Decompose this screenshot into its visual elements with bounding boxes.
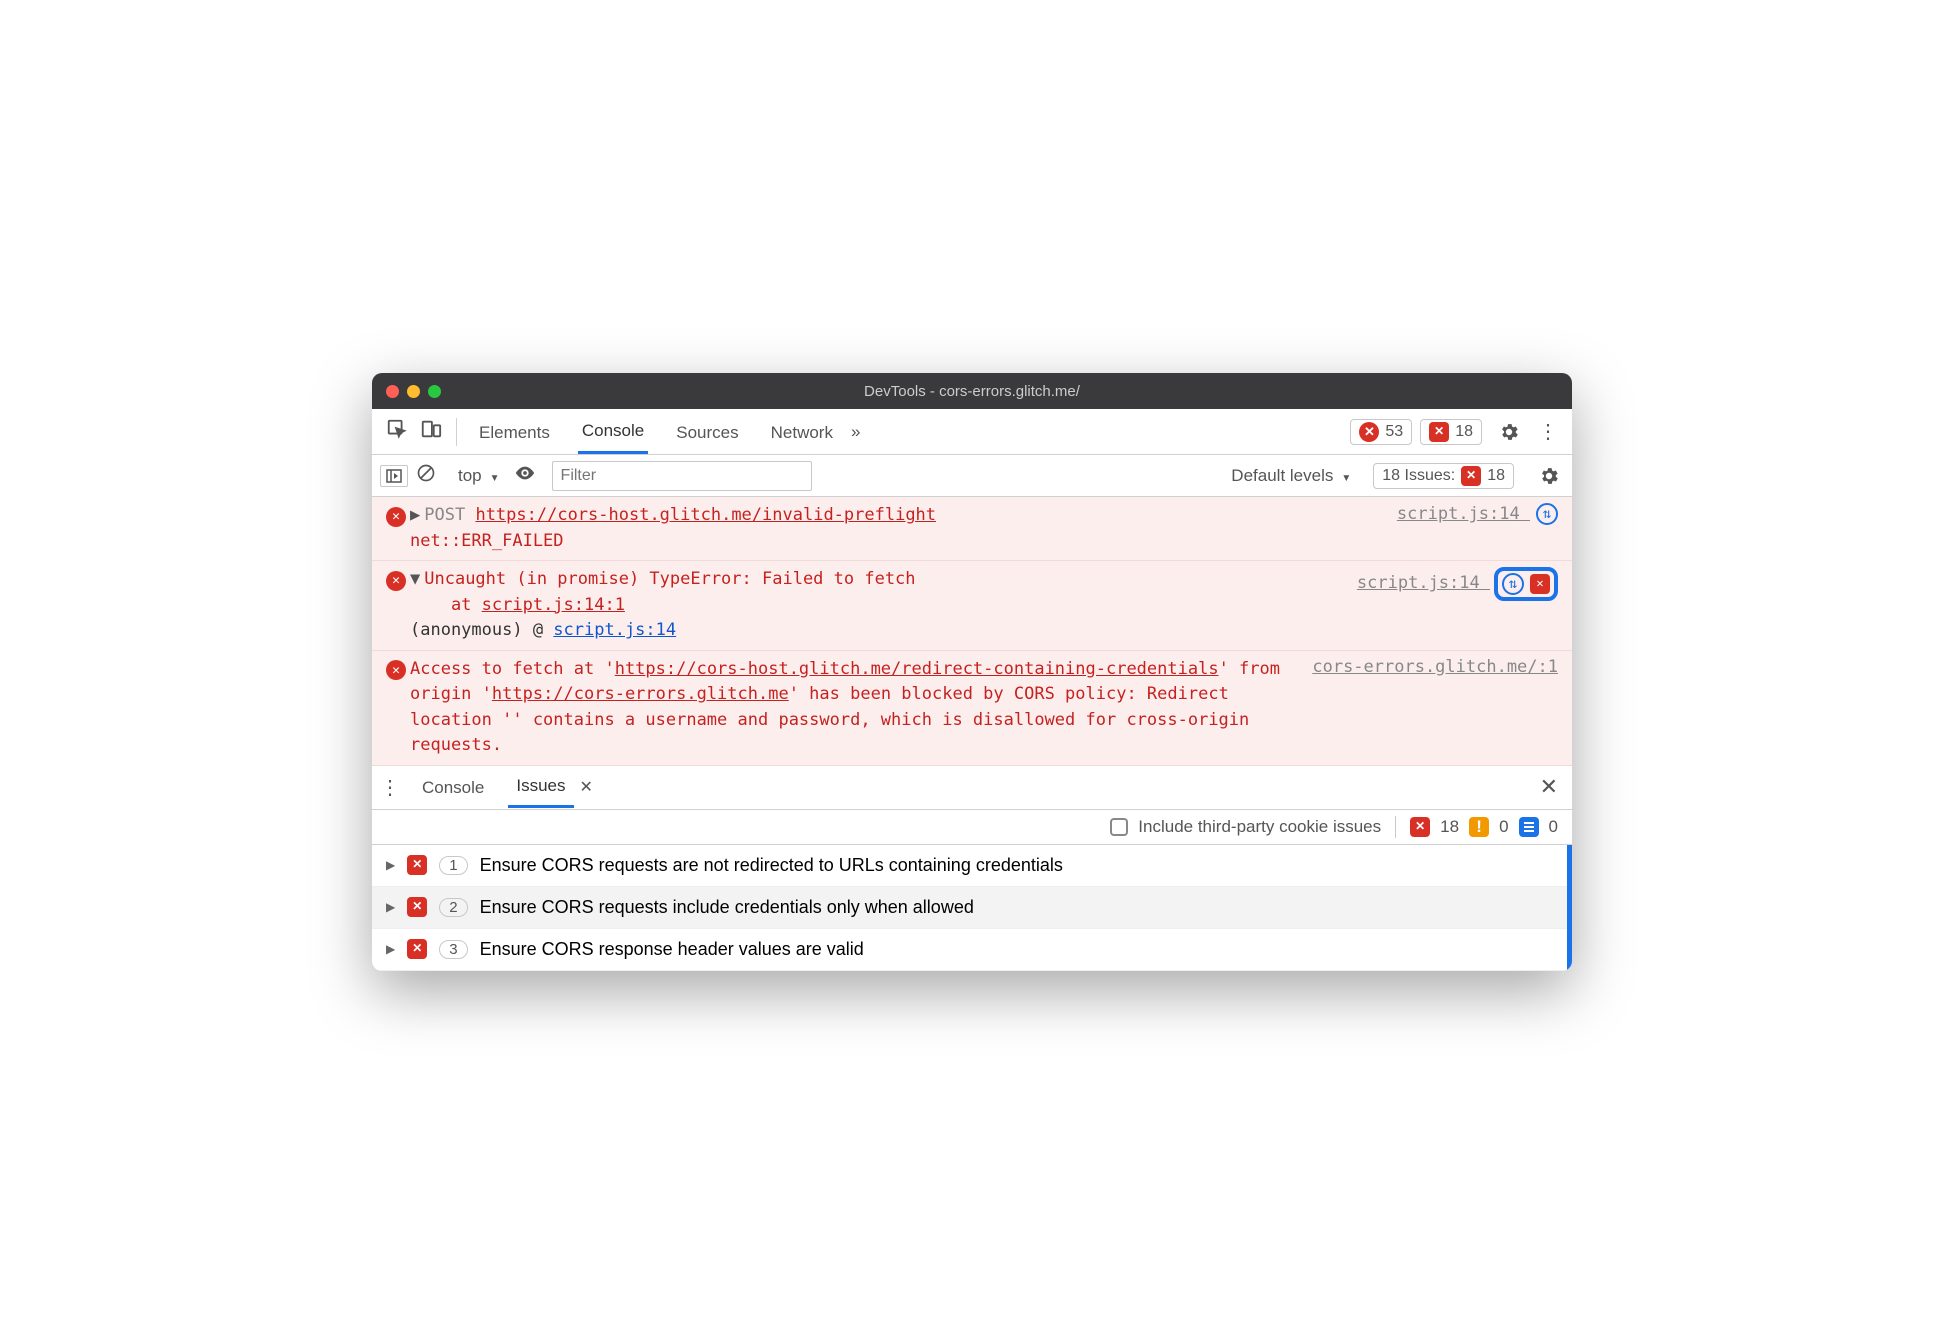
devtools-window: DevTools - cors-errors.glitch.me/ Elemen… bbox=[372, 373, 1572, 971]
zoom-window-button[interactable] bbox=[428, 385, 441, 398]
error-count-pill[interactable]: 53 bbox=[1350, 419, 1412, 445]
sidebar-toggle-icon[interactable] bbox=[380, 465, 408, 487]
network-icon[interactable] bbox=[1502, 573, 1524, 595]
issue-row[interactable]: ▶ 1 Ensure CORS requests are not redirec… bbox=[372, 845, 1572, 887]
error-count: 53 bbox=[1385, 423, 1403, 441]
issue-title: Ensure CORS response header values are v… bbox=[480, 939, 864, 960]
info-icon bbox=[1519, 817, 1539, 837]
window-title: DevTools - cors-errors.glitch.me/ bbox=[372, 383, 1572, 400]
tab-network[interactable]: Network bbox=[767, 411, 837, 453]
drawer-tab-console[interactable]: Console bbox=[414, 768, 492, 807]
blocked-url[interactable]: https://cors-host.glitch.me/redirect-con… bbox=[615, 659, 1219, 679]
origin-url[interactable]: https://cors-errors.glitch.me bbox=[492, 684, 789, 704]
console-messages: ▶POST https://cors-host.glitch.me/invali… bbox=[372, 497, 1572, 766]
settings-icon[interactable] bbox=[1498, 421, 1520, 443]
titlebar: DevTools - cors-errors.glitch.me/ bbox=[372, 373, 1572, 409]
issue-title: Ensure CORS requests are not redirected … bbox=[480, 855, 1063, 876]
clear-console-icon[interactable] bbox=[416, 463, 436, 488]
issue-icon bbox=[1410, 817, 1430, 837]
request-url[interactable]: https://cors-host.glitch.me/invalid-pref… bbox=[475, 505, 936, 525]
context-label: top bbox=[458, 466, 482, 486]
stack-frame: (anonymous) @ bbox=[410, 620, 553, 640]
stack-indent: at bbox=[410, 595, 482, 615]
source-link[interactable]: script.js:14 bbox=[1357, 573, 1480, 593]
warning-count: 0 bbox=[1499, 817, 1508, 837]
collapse-arrow-icon[interactable]: ▼ bbox=[410, 569, 420, 589]
log-levels-selector[interactable]: Default levels bbox=[1225, 462, 1357, 490]
stack-link[interactable]: script.js:14 bbox=[553, 620, 676, 640]
console-error-row[interactable]: Access to fetch at 'https://cors-host.gl… bbox=[372, 651, 1572, 766]
issue-row[interactable]: ▶ 2 Ensure CORS requests include credent… bbox=[372, 887, 1572, 929]
more-tabs-button[interactable]: » bbox=[851, 422, 860, 442]
warning-icon bbox=[1469, 817, 1489, 837]
issue-count: 18 bbox=[1455, 423, 1473, 441]
error-text: Access to fetch at ' bbox=[410, 659, 615, 679]
issue-icon bbox=[407, 939, 427, 959]
issues-subcount: 18 bbox=[1487, 467, 1505, 485]
close-window-button[interactable] bbox=[386, 385, 399, 398]
error-message: Uncaught (in promise) TypeError: Failed … bbox=[424, 569, 915, 589]
error-icon bbox=[1359, 422, 1379, 442]
minimize-window-button[interactable] bbox=[407, 385, 420, 398]
filter-input[interactable] bbox=[552, 461, 812, 491]
drawer-tabs: ⋮ Console Issues ✕ ✕ bbox=[372, 766, 1572, 810]
source-link[interactable]: cors-errors.glitch.me/:1 bbox=[1312, 657, 1558, 677]
error-icon bbox=[386, 571, 406, 591]
issue-count-badge: 2 bbox=[439, 898, 467, 917]
network-icon[interactable] bbox=[1536, 503, 1558, 525]
issue-count-pill[interactable]: 18 bbox=[1420, 419, 1482, 445]
device-toggle-icon[interactable] bbox=[420, 418, 442, 445]
info-count: 0 bbox=[1549, 817, 1558, 837]
tab-console[interactable]: Console bbox=[578, 409, 648, 454]
window-controls bbox=[386, 385, 441, 398]
tab-sources[interactable]: Sources bbox=[672, 411, 742, 453]
main-toolbar: Elements Console Sources Network » 53 18… bbox=[372, 409, 1572, 455]
error-icon bbox=[386, 507, 406, 527]
issue-row[interactable]: ▶ 3 Ensure CORS response header values a… bbox=[372, 929, 1572, 971]
stack-link[interactable]: script.js:14:1 bbox=[482, 595, 625, 615]
issues-list: ▶ 1 Ensure CORS requests are not redirec… bbox=[372, 845, 1572, 971]
issue-icon[interactable] bbox=[1530, 574, 1550, 594]
issue-icon bbox=[407, 855, 427, 875]
drawer-tab-issues[interactable]: Issues bbox=[508, 766, 573, 808]
expand-arrow-icon[interactable]: ▶ bbox=[386, 900, 395, 914]
console-error-row[interactable]: ▼Uncaught (in promise) TypeError: Failed… bbox=[372, 561, 1572, 651]
issue-count-badge: 1 bbox=[439, 856, 467, 875]
issues-filter-bar: Include third-party cookie issues 18 0 0 bbox=[372, 810, 1572, 845]
checkbox-label: Include third-party cookie issues bbox=[1138, 817, 1381, 837]
live-expression-icon[interactable] bbox=[514, 462, 536, 489]
panel-tabs: Elements Console Sources Network bbox=[475, 409, 837, 454]
error-count: 18 bbox=[1440, 817, 1459, 837]
close-drawer-icon[interactable]: ✕ bbox=[1540, 774, 1558, 800]
kebab-menu-button[interactable]: ⋮ bbox=[1538, 419, 1558, 444]
http-method: POST bbox=[424, 505, 465, 525]
issue-icon bbox=[1461, 466, 1481, 486]
drawer-menu-button[interactable]: ⋮ bbox=[380, 775, 400, 800]
console-settings-icon[interactable] bbox=[1538, 465, 1560, 487]
issue-title: Ensure CORS requests include credentials… bbox=[480, 897, 974, 918]
third-party-checkbox[interactable] bbox=[1110, 818, 1128, 836]
highlighted-icons bbox=[1494, 567, 1558, 601]
console-error-row[interactable]: ▶POST https://cors-host.glitch.me/invali… bbox=[372, 497, 1572, 561]
close-tab-icon[interactable]: ✕ bbox=[580, 777, 593, 797]
issues-label: 18 Issues: bbox=[1382, 467, 1455, 485]
issue-icon bbox=[1429, 422, 1449, 442]
expand-arrow-icon[interactable]: ▶ bbox=[386, 942, 395, 956]
console-subbar: top Default levels 18 Issues: 18 bbox=[372, 455, 1572, 497]
issues-summary-pill[interactable]: 18 Issues: 18 bbox=[1373, 463, 1514, 489]
expand-arrow-icon[interactable]: ▶ bbox=[386, 858, 395, 872]
expand-arrow-icon[interactable]: ▶ bbox=[410, 505, 420, 525]
context-selector[interactable]: top bbox=[452, 462, 506, 490]
issue-icon bbox=[407, 897, 427, 917]
levels-label: Default levels bbox=[1231, 466, 1333, 486]
tab-elements[interactable]: Elements bbox=[475, 411, 554, 453]
source-link[interactable]: script.js:14 bbox=[1397, 504, 1520, 524]
issue-count-badge: 3 bbox=[439, 940, 467, 959]
error-icon bbox=[386, 660, 406, 680]
inspect-icon[interactable] bbox=[386, 418, 408, 445]
error-code: net::ERR_FAILED bbox=[410, 531, 564, 551]
